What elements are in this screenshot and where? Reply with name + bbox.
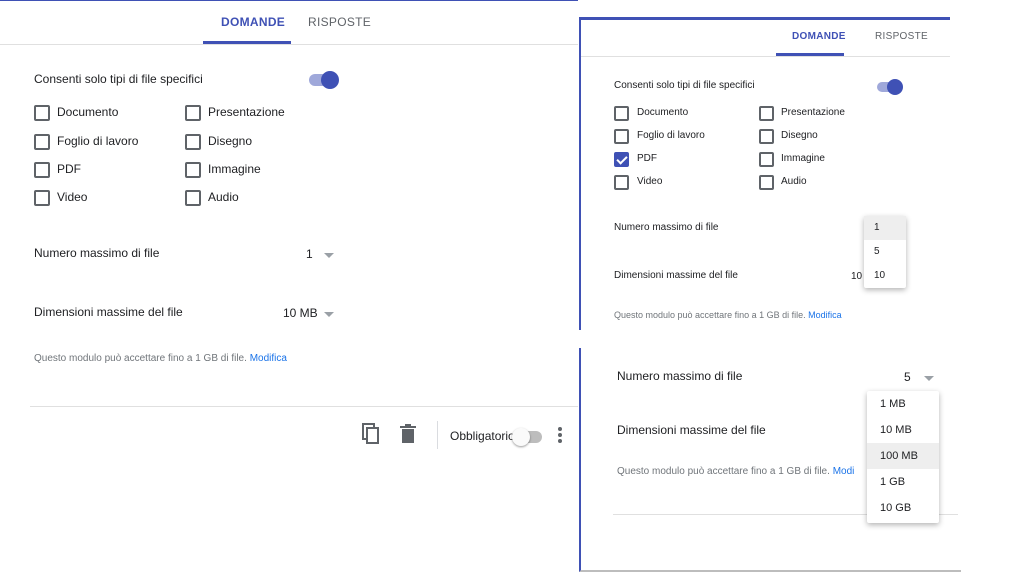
menu-option[interactable]: 10 GB bbox=[867, 495, 939, 521]
hint-text: Questo modulo può accettare fino a 1 GB … bbox=[614, 310, 806, 320]
hint-text: Questo modulo può accettare fino a 1 GB … bbox=[617, 466, 830, 477]
max-size-label: Dimensioni massime del file bbox=[617, 423, 766, 437]
tab-risposte[interactable]: RISPOSTE bbox=[875, 31, 928, 42]
max-files-select-value[interactable]: 1 bbox=[306, 247, 313, 261]
checkbox-disegno[interactable] bbox=[185, 134, 201, 150]
menu-option[interactable]: 1 bbox=[864, 216, 906, 240]
chevron-down-icon[interactable] bbox=[924, 376, 934, 381]
file-limit-hint: Questo modulo può accettare fino a 1 GB … bbox=[34, 353, 287, 364]
checkbox-label: Video bbox=[57, 190, 88, 204]
max-files-label: Numero massimo di file bbox=[617, 369, 743, 383]
checkbox-label: PDF bbox=[637, 153, 657, 164]
checkbox-pdf[interactable] bbox=[34, 162, 50, 178]
menu-option[interactable]: 10 MB bbox=[867, 417, 939, 443]
right-top-form-panel: DOMANDE RISPOSTE Consenti solo tipi di f… bbox=[579, 17, 950, 330]
active-tab-indicator bbox=[776, 53, 844, 56]
max-files-dropdown: 1 5 10 bbox=[864, 216, 906, 288]
tab-domande[interactable]: DOMANDE bbox=[792, 31, 846, 42]
max-size-dropdown: 1 MB 10 MB 100 MB 1 GB 10 GB bbox=[867, 391, 939, 523]
checkbox-label: PDF bbox=[57, 162, 81, 176]
modify-link[interactable]: Modifica bbox=[808, 310, 842, 320]
checkbox-label: Disegno bbox=[781, 130, 818, 141]
menu-option[interactable]: 1 MB bbox=[867, 391, 939, 417]
footer-separator bbox=[437, 421, 438, 449]
checkbox-video[interactable] bbox=[614, 175, 629, 190]
tab-domande[interactable]: DOMANDE bbox=[221, 15, 285, 29]
file-limit-hint: Questo modulo può accettare fino a 1 GB … bbox=[614, 310, 842, 320]
divider bbox=[30, 406, 578, 407]
max-size-select-value[interactable]: 10 bbox=[851, 271, 862, 282]
toggle-knob bbox=[321, 71, 339, 89]
checkbox-presentazione[interactable] bbox=[759, 106, 774, 121]
modify-link[interactable]: Modifica bbox=[250, 353, 287, 364]
max-size-label: Dimensioni massime del file bbox=[34, 305, 183, 319]
toggle-knob bbox=[887, 79, 903, 95]
menu-option[interactable]: 1 GB bbox=[867, 469, 939, 495]
copy-icon[interactable] bbox=[362, 423, 380, 445]
left-form-panel: DOMANDE RISPOSTE Consenti solo tipi di f… bbox=[0, 0, 578, 461]
checkbox-immagine[interactable] bbox=[185, 162, 201, 178]
file-limit-hint: Questo modulo può accettare fino a 1 GB … bbox=[617, 466, 854, 477]
trash-icon[interactable] bbox=[400, 424, 416, 443]
right-bottom-form-panel: Numero massimo di file 5 Dimensioni mass… bbox=[579, 348, 961, 572]
chevron-down-icon[interactable] bbox=[324, 253, 334, 258]
menu-option[interactable]: 5 bbox=[864, 240, 906, 264]
checkbox-label: Foglio di lavoro bbox=[637, 130, 705, 141]
active-tab-indicator bbox=[203, 41, 291, 44]
checkbox-label: Immagine bbox=[781, 153, 825, 164]
checkbox-label: Video bbox=[637, 176, 663, 187]
file-types-toggle[interactable] bbox=[877, 79, 903, 95]
checkbox-label: Documento bbox=[637, 107, 689, 118]
max-size-label: Dimensioni massime del file bbox=[614, 270, 738, 281]
hint-text: Questo modulo può accettare fino a 1 GB … bbox=[34, 353, 247, 364]
tab-bar: DOMANDE RISPOSTE bbox=[581, 20, 950, 57]
checkbox-label: Presentazione bbox=[781, 107, 845, 118]
max-files-select-value[interactable]: 5 bbox=[904, 370, 911, 384]
checkbox-label: Immagine bbox=[208, 162, 261, 176]
menu-option[interactable]: 100 MB bbox=[867, 443, 939, 469]
checkbox-foglio-di-lavoro[interactable] bbox=[34, 134, 50, 150]
more-vert-icon[interactable] bbox=[557, 426, 563, 444]
checkbox-immagine[interactable] bbox=[759, 152, 774, 167]
checkbox-label: Foglio di lavoro bbox=[57, 134, 139, 148]
required-label: Obbligatorio bbox=[450, 429, 515, 443]
checkbox-documento[interactable] bbox=[614, 106, 629, 121]
checkbox-pdf[interactable] bbox=[614, 152, 629, 167]
tab-risposte[interactable]: RISPOSTE bbox=[308, 15, 371, 29]
checkbox-foglio-di-lavoro[interactable] bbox=[614, 129, 629, 144]
checkbox-audio[interactable] bbox=[185, 190, 201, 206]
checkbox-label: Disegno bbox=[208, 134, 253, 148]
checkbox-label: Audio bbox=[208, 190, 239, 204]
checkbox-documento[interactable] bbox=[34, 105, 50, 121]
modify-link[interactable]: Modi bbox=[833, 466, 855, 477]
checkbox-label: Documento bbox=[57, 105, 119, 119]
max-size-select-value[interactable]: 10 MB bbox=[283, 306, 318, 320]
max-files-label: Numero massimo di file bbox=[34, 246, 160, 260]
file-types-toggle-label: Consenti solo tipi di file specifici bbox=[614, 80, 755, 91]
chevron-down-icon[interactable] bbox=[324, 312, 334, 317]
checkbox-video[interactable] bbox=[34, 190, 50, 206]
tab-bar: DOMANDE RISPOSTE bbox=[0, 1, 578, 45]
required-toggle[interactable] bbox=[512, 428, 542, 446]
checkbox-presentazione[interactable] bbox=[185, 105, 201, 121]
checkbox-label: Presentazione bbox=[208, 105, 285, 119]
max-files-label: Numero massimo di file bbox=[614, 222, 719, 233]
file-types-toggle[interactable] bbox=[309, 71, 339, 89]
checkbox-disegno[interactable] bbox=[759, 129, 774, 144]
checkbox-audio[interactable] bbox=[759, 175, 774, 190]
toggle-knob bbox=[512, 428, 530, 446]
menu-option[interactable]: 10 bbox=[864, 264, 906, 288]
file-types-toggle-label: Consenti solo tipi di file specifici bbox=[34, 72, 203, 86]
checkbox-label: Audio bbox=[781, 176, 807, 187]
